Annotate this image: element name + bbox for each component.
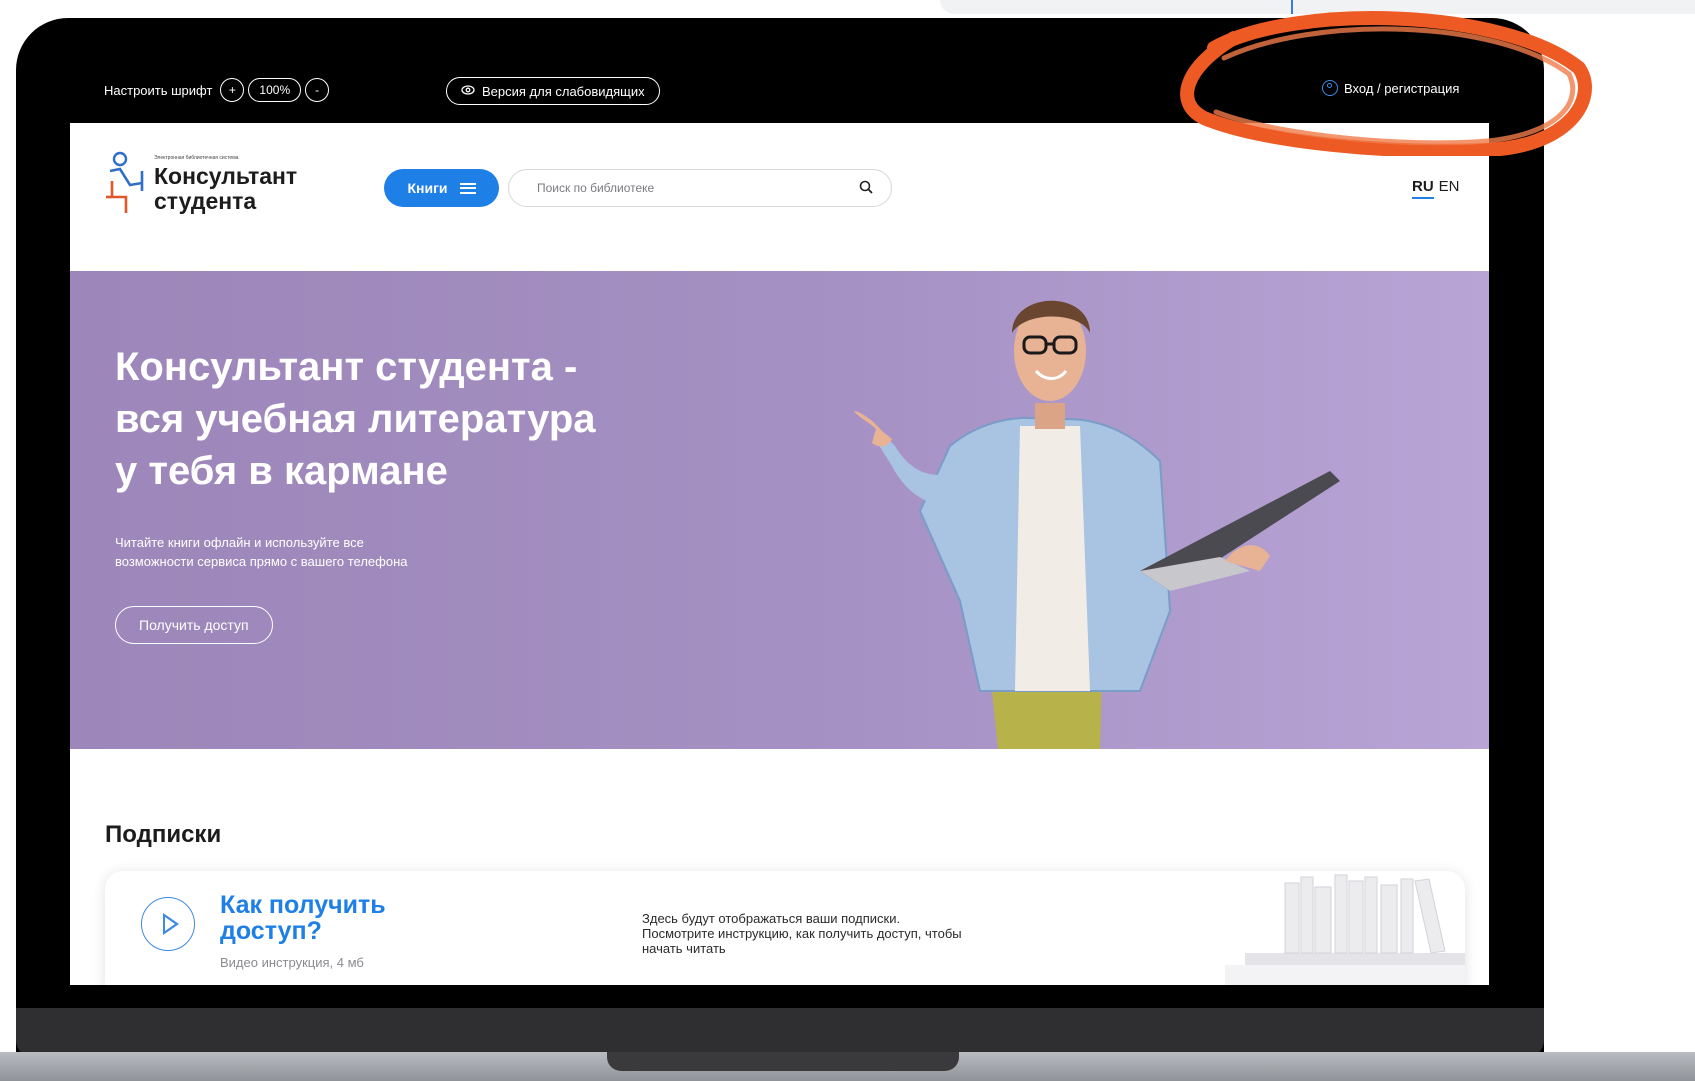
hero-banner: Консультант студента - вся учебная литер… <box>70 271 1489 749</box>
login-register-label: Вход / регистрация <box>1344 80 1460 96</box>
logo-name-line1: Консультант <box>154 163 298 189</box>
language-ru[interactable]: RU <box>1412 178 1434 199</box>
subscriptions-title: Подписки <box>105 821 222 848</box>
hero-title: Консультант студента - вся учебная литер… <box>115 345 596 493</box>
font-increase-button[interactable]: + <box>220 78 245 102</box>
font-decrease-button[interactable]: - <box>305 78 330 102</box>
font-zoom-level: 100% <box>248 78 302 102</box>
low-vision-button[interactable]: Версия для слабовидящих <box>446 77 660 105</box>
background-accent-line <box>1291 0 1293 14</box>
search-input[interactable] <box>535 180 839 196</box>
eye-icon <box>461 84 475 99</box>
get-access-button[interactable]: Получить доступ <box>115 606 273 644</box>
language-en[interactable]: EN <box>1439 178 1460 199</box>
search-icon[interactable] <box>859 180 873 194</box>
play-icon[interactable] <box>141 897 195 951</box>
hero-student-image <box>854 300 1340 749</box>
low-vision-label: Версия для слабовидящих <box>482 83 645 99</box>
video-instruction-info: Видео инструкция, 4 мб <box>220 955 364 970</box>
font-settings-label: Настроить шрифт <box>104 82 213 98</box>
logo-tagline: Электронная библиотечная система <box>154 155 239 161</box>
user-icon <box>1322 80 1338 96</box>
how-to-get-access-link[interactable]: Как получить доступ? <box>220 892 440 944</box>
site-logo[interactable]: Электронная библиотечная система Консуль… <box>104 151 297 215</box>
website-screen: Электронная библиотечная система Консуль… <box>70 123 1489 985</box>
hamburger-icon <box>459 182 476 194</box>
font-settings: Настроить шрифт + 100% - <box>104 76 333 104</box>
subscriptions-card: Как получить доступ? Видео инструкция, 4… <box>105 871 1465 985</box>
site-header: Электронная библиотечная система Консуль… <box>70 123 1489 271</box>
bookshelf-illustration <box>1225 874 1465 985</box>
subscriptions-info-text: Здесь будут отображаться ваши подписки. … <box>642 911 962 956</box>
logo-icon <box>106 151 144 213</box>
laptop-chin <box>16 1008 1544 1058</box>
search-box <box>508 169 892 207</box>
login-register-link[interactable]: Вход / регистрация <box>1322 80 1459 96</box>
logo-name-line2: студента <box>154 188 257 214</box>
laptop-notch <box>607 1052 959 1071</box>
books-menu-button[interactable]: Книги <box>384 169 499 207</box>
hero-subtitle: Читайте книги офлайн и используйте все в… <box>115 535 408 569</box>
language-switcher: RU EN <box>1412 178 1460 199</box>
background-browser-strip <box>940 0 1695 14</box>
books-menu-label: Книги <box>407 180 448 196</box>
